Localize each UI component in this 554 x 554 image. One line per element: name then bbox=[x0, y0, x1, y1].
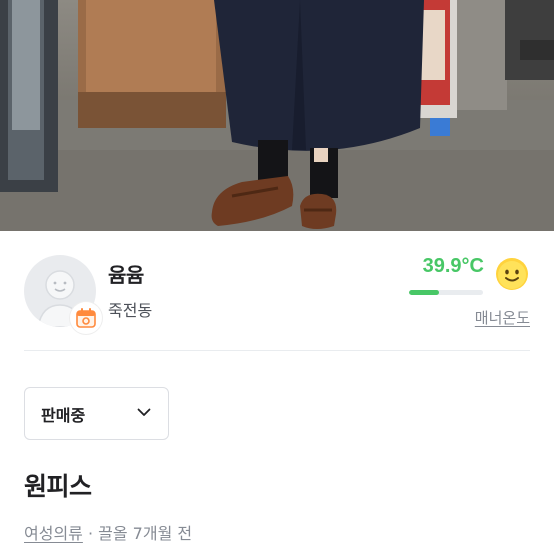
product-photo[interactable] bbox=[0, 0, 554, 231]
sale-status-value: 판매중 bbox=[41, 405, 86, 425]
calendar-badge-icon bbox=[70, 302, 102, 334]
manner-temperature-fill bbox=[409, 290, 439, 295]
product-category-link[interactable]: 여성의류 bbox=[24, 524, 83, 543]
product-meta: 여성의류 · 끌올 7개월 전 bbox=[24, 520, 192, 544]
seller-profile[interactable]: 윰윰 죽전동 39.9°C 매너온도 bbox=[0, 231, 554, 351]
manner-temperature-link[interactable]: 매너온도 bbox=[475, 307, 530, 328]
sale-status-select[interactable]: 판매중 bbox=[24, 387, 169, 440]
seller-nickname[interactable]: 윰윰 bbox=[108, 259, 144, 288]
product-bump-time: 끌올 7개월 전 bbox=[98, 524, 193, 543]
seller-region: 죽전동 bbox=[108, 301, 153, 320]
chevron-down-icon bbox=[136, 404, 152, 424]
product-title: 원피스 bbox=[24, 472, 92, 501]
manner-temperature-value: 39.9°C bbox=[422, 255, 484, 277]
smile-face-icon bbox=[494, 256, 530, 296]
profile-divider bbox=[24, 350, 530, 351]
manner-temperature-bar bbox=[409, 290, 483, 295]
meta-separator: · bbox=[82, 524, 99, 543]
